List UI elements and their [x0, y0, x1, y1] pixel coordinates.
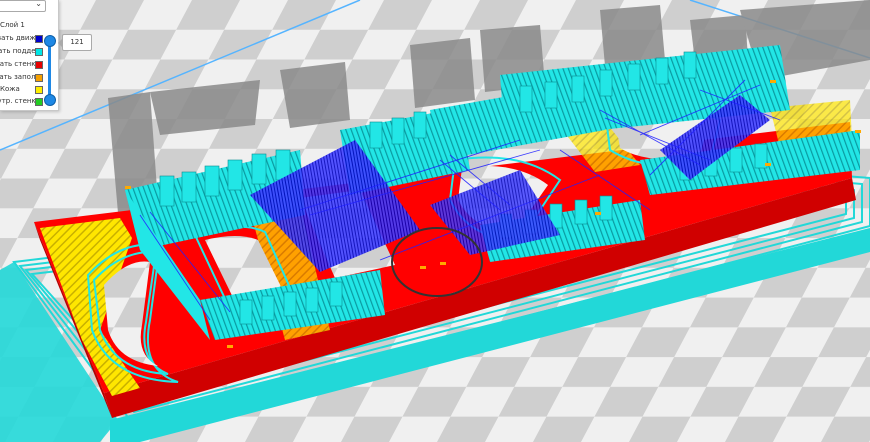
legend-row-layer: Слой 1 [0, 20, 58, 30]
legend-label: Показать заполн... [0, 73, 40, 81]
legend-swatch [35, 61, 43, 69]
legend-swatch [35, 35, 43, 43]
legend-label: Показать поддер... [0, 47, 40, 55]
view-type-dropdown[interactable]: ⌄ [0, 0, 46, 12]
build-plate-viewport[interactable] [0, 0, 870, 442]
legend-label: Кожа [0, 85, 20, 93]
legend-swatch [35, 86, 43, 94]
current-layer-input[interactable]: 121 [58, 34, 92, 51]
layer-slider-upper-handle[interactable] [44, 35, 56, 48]
legend-swatch [35, 98, 43, 106]
legend-swatch [35, 74, 43, 82]
legend-label: Показать стенки [0, 60, 40, 68]
legend-label: Внутр. стенка [0, 97, 40, 105]
layer-slider-lower-handle[interactable] [44, 94, 56, 106]
legend-label: Показать движе... [0, 34, 40, 42]
chevron-down-icon: ⌄ [35, 0, 42, 8]
legend-label: Слой 1 [0, 21, 25, 29]
layer-slider[interactable] [44, 32, 56, 106]
legend-swatch [35, 48, 43, 56]
